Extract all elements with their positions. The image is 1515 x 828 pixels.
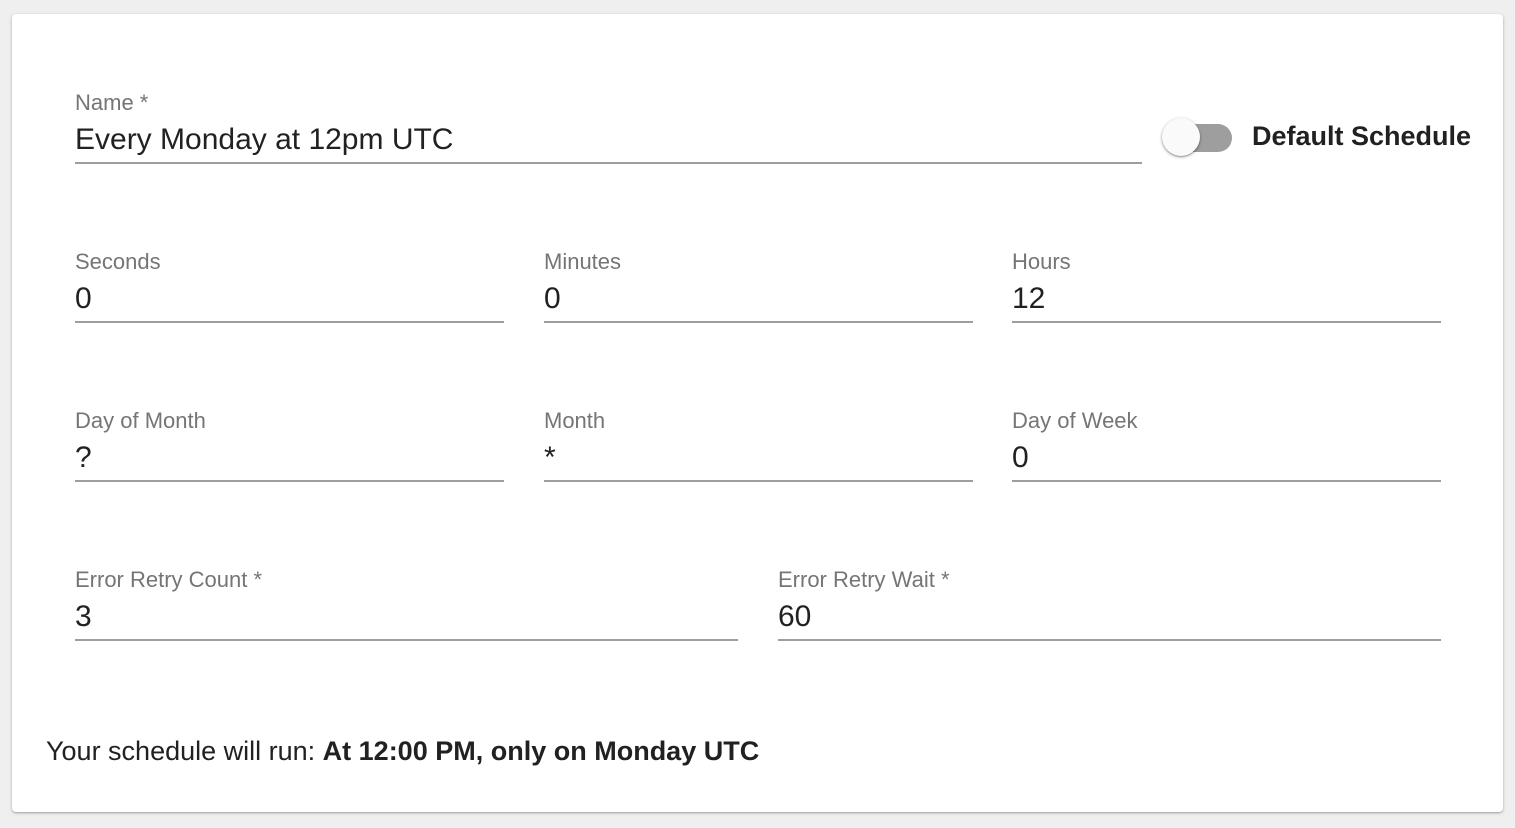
summary-description: At 12:00 PM, only on Monday UTC <box>322 736 760 766</box>
error-retry-count-input[interactable] <box>75 595 738 641</box>
error-retry-wait-input[interactable] <box>778 595 1441 641</box>
schedule-summary: Your schedule will run: At 12:00 PM, onl… <box>46 736 759 767</box>
day-of-month-input[interactable] <box>75 436 504 482</box>
day-of-week-label: Day of Week <box>1012 408 1138 433</box>
default-schedule-switch[interactable] <box>1162 116 1234 156</box>
switch-thumb[interactable] <box>1162 118 1200 156</box>
default-schedule-toggle[interactable]: Default Schedule <box>1162 116 1471 156</box>
minutes-input[interactable] <box>544 277 973 323</box>
hours-input[interactable] <box>1012 277 1441 323</box>
seconds-label: Seconds <box>75 249 161 274</box>
month-input[interactable] <box>544 436 973 482</box>
error-retry-count-label: Error Retry Count * <box>75 567 263 592</box>
schedule-form-card: Name * Default Schedule Seconds Minutes … <box>12 14 1503 812</box>
error-retry-wait-label: Error Retry Wait * <box>778 567 950 592</box>
day-of-month-label: Day of Month <box>75 408 206 433</box>
hours-label: Hours <box>1012 249 1071 274</box>
name-label: Name * <box>75 90 149 115</box>
month-label: Month <box>544 408 606 433</box>
day-of-week-input[interactable] <box>1012 436 1441 482</box>
name-input[interactable] <box>75 118 1142 164</box>
summary-prefix: Your schedule will run: <box>46 736 323 766</box>
default-schedule-label: Default Schedule <box>1252 120 1472 151</box>
minutes-label: Minutes <box>544 249 622 274</box>
seconds-input[interactable] <box>75 277 504 323</box>
